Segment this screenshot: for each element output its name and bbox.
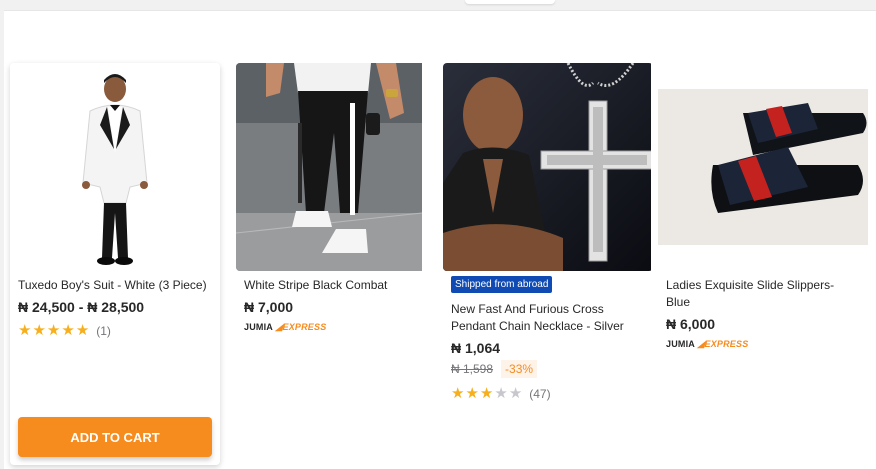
shipped-from-abroad-badge: Shipped from abroad [451, 276, 553, 293]
product-price: ₦ 7,000 [244, 299, 294, 315]
product-price: ₦ 1,064 [451, 340, 501, 356]
product-card[interactable]: Ladies Exquisite Slide Slippers- Blue ₦ … [658, 63, 868, 350]
jumia-express-logo: JUMIA ◢EXPRESS [244, 322, 327, 332]
star-icon: ★ [46, 322, 61, 339]
star-empty-icon: ★ [494, 385, 508, 402]
rating-stars: ★ ★ ★ ★ ★ (47) [451, 386, 645, 401]
rating-count: (47) [529, 386, 551, 401]
product-name[interactable]: New Fast And Furious Cross Pendant Chain… [451, 301, 645, 335]
jumia-express-logo: JUMIA ◢EXPRESS [666, 339, 749, 349]
boy-tuxedo-image[interactable] [10, 63, 220, 271]
product-card[interactable]: Shipped from abroad New Fast And Furious… [443, 63, 653, 401]
old-price: ₦ 1,598 [451, 362, 494, 376]
rating-count: (1) [96, 323, 111, 338]
rating-stars: ★ ★ ★ ★ ★ (1) [18, 323, 212, 338]
star-icon: ★ [32, 322, 46, 339]
star-icon: ★ [61, 322, 75, 339]
star-icon: ★ [18, 322, 32, 339]
cross-necklace-image[interactable] [443, 63, 653, 271]
star-icon: ★ [75, 322, 90, 339]
express-bolt-icon: ◢ [275, 322, 283, 332]
combat-trousers-image[interactable] [236, 63, 446, 271]
product-name[interactable]: Ladies Exquisite Slide Slippers- Blue [666, 277, 860, 311]
star-empty-icon: ★ [508, 385, 523, 402]
discount-badge: -33% [501, 360, 538, 378]
star-icon: ★ [479, 385, 494, 402]
star-icon: ★ [451, 385, 465, 402]
product-price: ₦ 24,500 - ₦ 28,500 [18, 299, 145, 315]
product-card[interactable]: White Stripe Black Combat ₦ 7,000 JUMIA … [236, 63, 446, 333]
add-to-cart-button[interactable]: ADD TO CART [18, 417, 212, 457]
product-price: ₦ 6,000 [666, 316, 716, 332]
top-tab-handle [465, 0, 555, 4]
express-bolt-icon: ◢ [697, 339, 705, 349]
slide-slippers-image[interactable] [658, 63, 868, 271]
product-card[interactable]: Tuxedo Boy's Suit - White (3 Piece) ₦ 24… [10, 63, 220, 465]
old-price-row: ₦ 1,598 -33% [451, 360, 645, 378]
product-name[interactable]: Tuxedo Boy's Suit - White (3 Piece) [18, 277, 212, 294]
star-icon: ★ [465, 385, 479, 402]
product-name[interactable]: White Stripe Black Combat [244, 277, 438, 294]
product-carousel: Tuxedo Boy's Suit - White (3 Piece) ₦ 24… [4, 10, 876, 469]
